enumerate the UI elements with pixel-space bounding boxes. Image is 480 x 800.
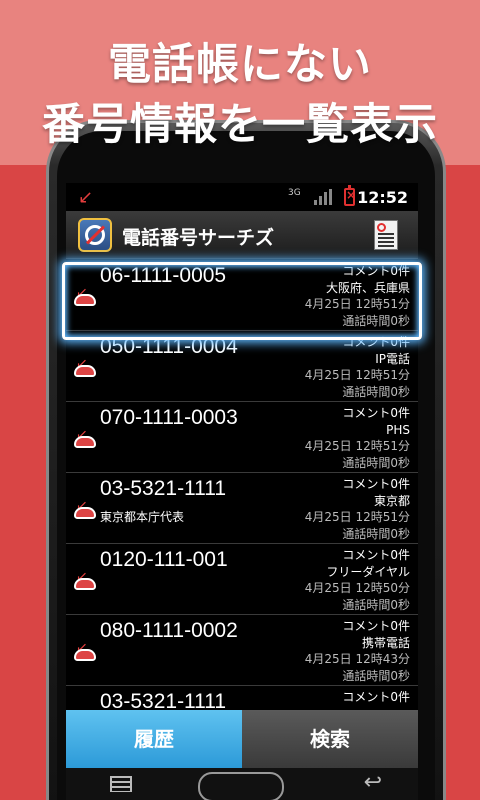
call-duration: 通話時間0秒 — [342, 597, 410, 612]
phone-number: 080-1111-0002 — [100, 619, 238, 642]
number-region: フリーダイヤル — [326, 564, 410, 579]
call-datetime: 4月25日 12時50分 — [304, 581, 410, 595]
number-owner: 東京都本庁代表 — [100, 510, 185, 524]
status-bar: ↙ 3G 12:52 — [66, 183, 418, 211]
battery-icon — [344, 185, 356, 206]
phone-number: 03-5321-1111 — [100, 477, 227, 500]
call-duration: 通話時間0秒 — [342, 384, 410, 399]
comment-count: コメント0件 — [342, 548, 410, 562]
comment-count: コメント0件 — [342, 264, 410, 278]
call-duration: 通話時間0秒 — [342, 526, 410, 541]
tab-history[interactable]: 履歴 — [66, 710, 242, 768]
phone-number: 06-1111-0005 — [100, 264, 227, 287]
headline-line-1: 電話帳にない — [108, 40, 372, 90]
call-details: コメント0件 PHS 4月25日 12時51分 通話時間0秒 — [305, 405, 410, 471]
app-title: 電話番号サーチズ — [122, 227, 275, 249]
missed-call-icon: ↙ — [74, 286, 96, 310]
call-details: コメント0件 携帯電話 4月25日 12時43分 通話時間0秒 — [305, 618, 410, 684]
missed-call-icon: ↙ — [74, 499, 96, 523]
call-row[interactable]: ↙ 03-5321-1111 コメント0件 — [66, 686, 418, 710]
app-logo-icon — [78, 218, 112, 252]
call-row[interactable]: ↙ 06-1111-0005 コメント0件 大阪府、兵庫県 4月25日 12時5… — [66, 260, 418, 331]
phone-number: 050-1111-0004 — [100, 335, 238, 358]
call-details: コメント0件 IP電話 4月25日 12時51分 通話時間0秒 — [305, 334, 410, 400]
call-row[interactable]: ↙ 050-1111-0004 コメント0件 IP電話 4月25日 12時51分… — [66, 331, 418, 402]
device-nav-bar: ↩ — [66, 768, 418, 800]
call-details: コメント0件 大阪府、兵庫県 4月25日 12時51分 通話時間0秒 — [305, 263, 410, 329]
comment-count: コメント0件 — [342, 619, 410, 633]
back-arrow-icon[interactable]: ↩ — [364, 770, 382, 795]
bottom-tab-bar: 履歴 検索 — [66, 710, 418, 768]
missed-call-icon: ↙ — [74, 641, 96, 665]
call-datetime: 4月25日 12時51分 — [304, 297, 410, 311]
number-region: 東京都 — [373, 493, 410, 508]
call-datetime: 4月25日 12時51分 — [304, 368, 410, 382]
number-region: 大阪府、兵庫県 — [325, 280, 410, 295]
missed-call-icon: ↙ — [74, 570, 96, 594]
phone-number: 03-5321-1111 — [100, 690, 227, 710]
headline-line-2: 番号情報を一覧表示 — [42, 100, 438, 150]
call-details: コメント0件 東京都 4月25日 12時51分 通話時間0秒 — [305, 476, 410, 542]
call-duration: 通話時間0秒 — [342, 455, 410, 470]
call-row[interactable]: ↙ 070-1111-0003 コメント0件 PHS 4月25日 12時51分 … — [66, 402, 418, 473]
call-details: コメント0件 — [342, 689, 410, 706]
comment-count: コメント0件 — [342, 690, 410, 704]
call-row[interactable]: ↙ 0120-111-001 コメント0件 フリーダイヤル 4月25日 12時5… — [66, 544, 418, 615]
comment-count: コメント0件 — [342, 477, 410, 491]
missed-call-icon: ↙ — [74, 428, 96, 452]
phone-screen: ↙ 3G 12:52 電話番号サーチズ ↙ 06-1111-0005 コメント0… — [66, 183, 418, 800]
phone-number: 0120-111-001 — [100, 548, 228, 571]
status-time: 12:52 — [357, 188, 408, 207]
signal-strength-icon — [314, 189, 332, 205]
comment-count: コメント0件 — [342, 406, 410, 420]
call-datetime: 4月25日 12時43分 — [304, 652, 410, 666]
comment-count: コメント0件 — [342, 335, 410, 349]
number-region: 携帯電話 — [361, 635, 410, 650]
call-datetime: 4月25日 12時51分 — [304, 439, 410, 453]
number-region: IP電話 — [375, 351, 410, 366]
missed-call-icon: ↙ — [78, 187, 94, 208]
app-bar: 電話番号サーチズ — [66, 211, 418, 259]
tab-search[interactable]: 検索 — [242, 710, 418, 768]
call-row[interactable]: ↙ 03-5321-1111 東京都本庁代表 コメント0件 東京都 4月25日 … — [66, 473, 418, 544]
call-details: コメント0件 フリーダイヤル 4月25日 12時50分 通話時間0秒 — [305, 547, 410, 613]
missed-call-icon: ↙ — [74, 357, 96, 381]
call-row[interactable]: ↙ 080-1111-0002 コメント0件 携帯電話 4月25日 12時43分… — [66, 615, 418, 686]
call-duration: 通話時間0秒 — [342, 668, 410, 683]
call-duration: 通話時間0秒 — [342, 313, 410, 328]
settings-list-icon[interactable] — [374, 220, 398, 250]
network-3g-icon: 3G — [288, 188, 301, 198]
home-button[interactable] — [198, 772, 284, 800]
number-region: PHS — [386, 422, 410, 437]
menu-key-icon[interactable] — [110, 776, 132, 792]
phone-number: 070-1111-0003 — [100, 406, 238, 429]
call-datetime: 4月25日 12時51分 — [304, 510, 410, 524]
call-history-list: ↙ 06-1111-0005 コメント0件 大阪府、兵庫県 4月25日 12時5… — [66, 260, 418, 710]
